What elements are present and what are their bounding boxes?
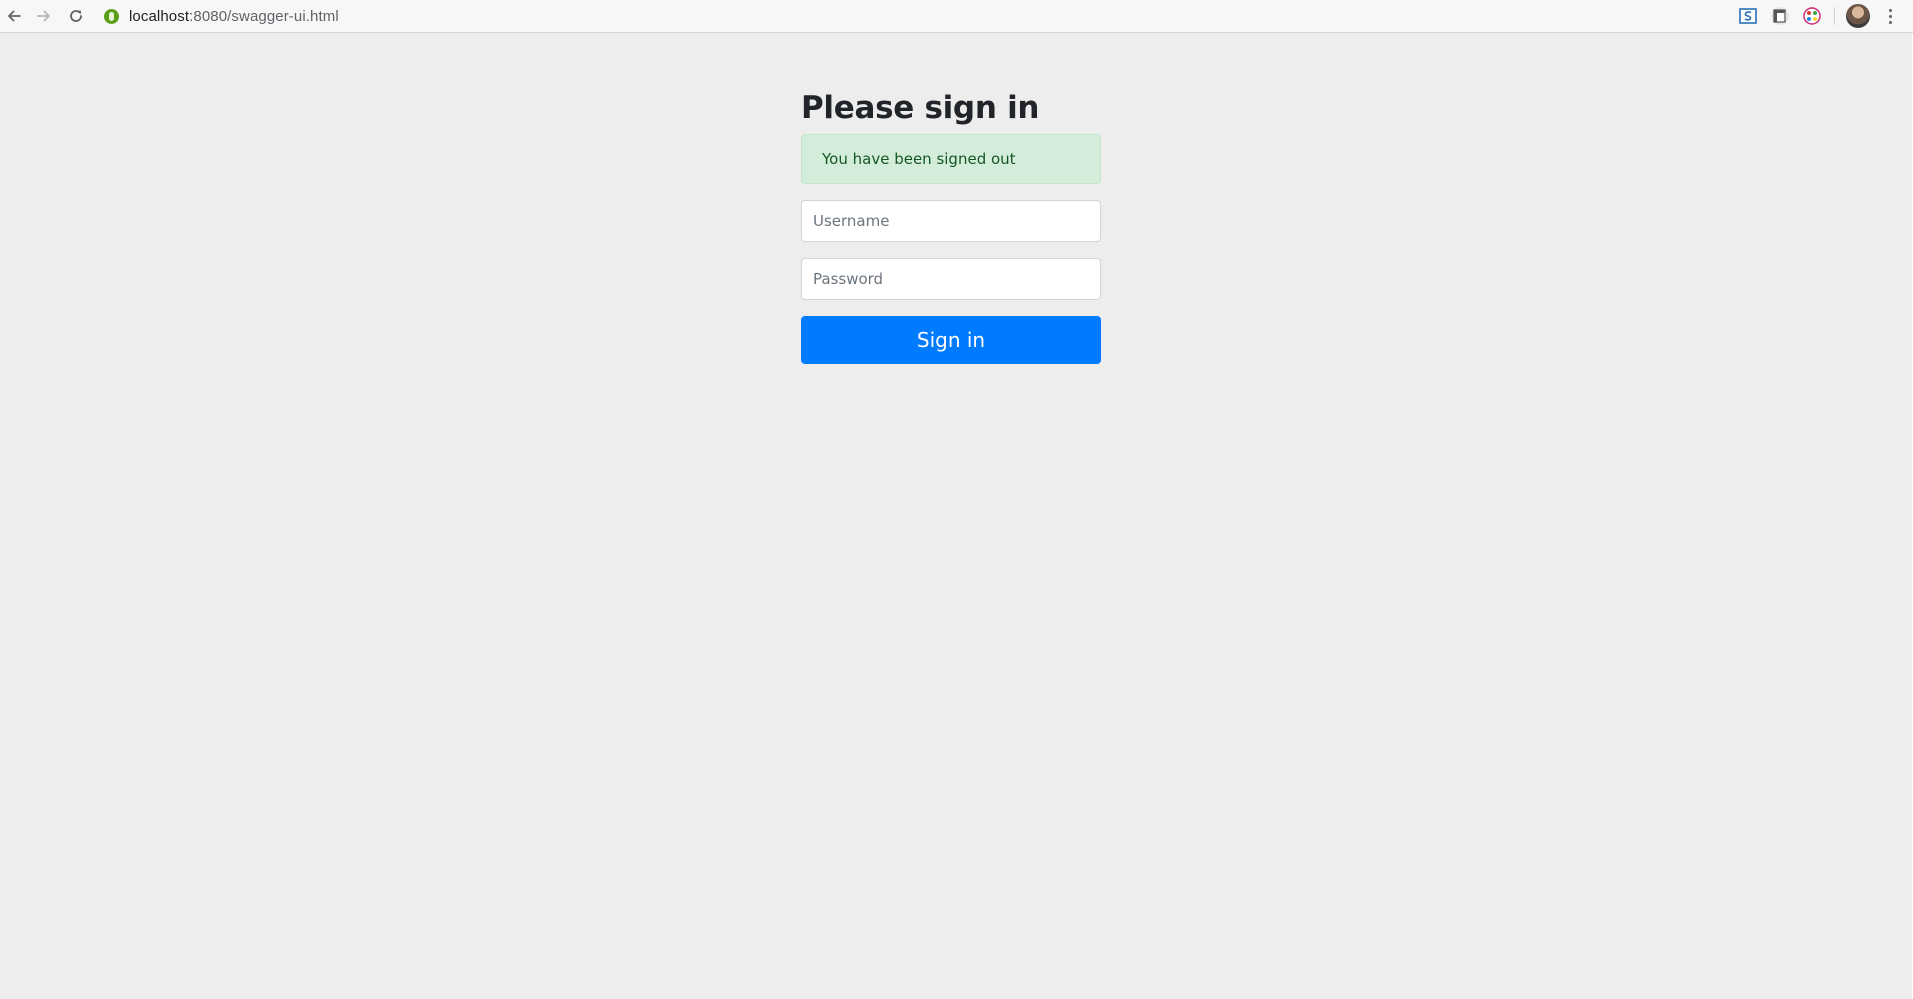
back-button[interactable] xyxy=(1,4,27,28)
kebab-menu-icon[interactable] xyxy=(1880,6,1900,26)
url-text: localhost:8080/swagger-ui.html xyxy=(129,8,339,25)
arrow-left-icon xyxy=(8,10,21,22)
address-bar[interactable]: localhost:8080/swagger-ui.html xyxy=(104,3,1704,29)
page-title: Please sign in xyxy=(801,90,1040,126)
extension-icon[interactable] xyxy=(1802,6,1822,26)
sign-in-button[interactable]: Sign in xyxy=(801,316,1101,364)
signed-out-alert: You have been signed out xyxy=(801,134,1101,184)
toolbar-divider xyxy=(1834,7,1835,25)
extension-glyph-icon xyxy=(1739,8,1757,24)
extension-icon[interactable] xyxy=(1770,6,1790,26)
arrow-right-icon xyxy=(37,10,50,22)
url-host: localhost xyxy=(129,7,190,25)
extension-glyph-icon xyxy=(1803,7,1821,25)
login-form: Please sign in You have been signed out … xyxy=(801,84,1101,364)
forward-button[interactable] xyxy=(31,4,57,28)
extension-icon[interactable] xyxy=(1738,6,1758,26)
reload-icon xyxy=(70,10,82,22)
extension-glyph-icon xyxy=(1771,7,1789,25)
url-path: :8080/swagger-ui.html xyxy=(189,7,339,25)
reload-button[interactable] xyxy=(63,4,89,28)
profile-avatar[interactable] xyxy=(1846,4,1870,28)
browser-toolbar: localhost:8080/swagger-ui.html xyxy=(0,0,1913,33)
username-input[interactable] xyxy=(801,200,1101,242)
secure-icon[interactable] xyxy=(104,8,119,24)
password-input[interactable] xyxy=(801,258,1101,300)
